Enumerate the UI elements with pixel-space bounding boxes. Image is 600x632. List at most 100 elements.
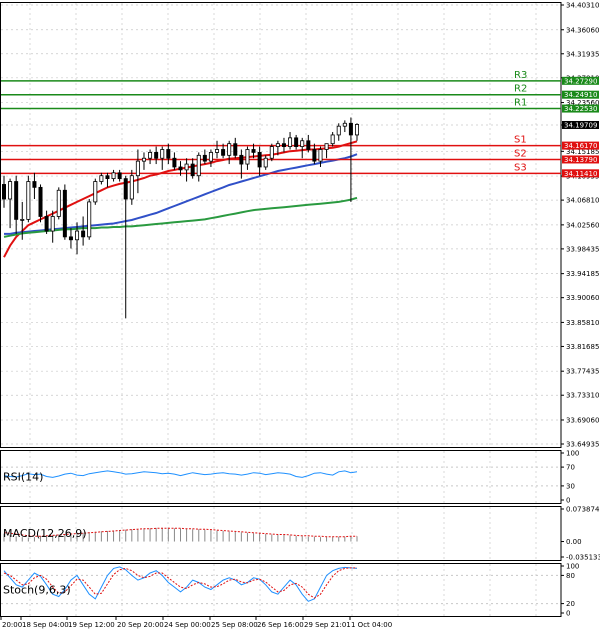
indicator-label: RSI(14) [3,471,43,484]
candle-bullish [269,146,274,159]
price-tick-label: 34.06810 [566,197,599,205]
level-labels: R3 34.27290 R2 34.24910 R1 34.22530 S1 34.16170… [514,70,599,178]
candle-bullish [300,140,305,147]
level-price-label: 34.16170 [564,142,597,150]
candle-bearish [166,149,171,159]
chart-canvas: 34.4031034.3606034.3193534.2781034.23560… [0,2,600,629]
candle-bearish [233,143,238,156]
candle-bullish [135,160,140,177]
rsi-panel: 100 70 30 0 RSI(14) [1,450,579,505]
candle-bullish [129,175,134,200]
candle-bearish [172,157,177,168]
level-price-label: 34.11410 [564,170,597,178]
candle-bearish [32,181,37,188]
candle-bullish [111,172,116,180]
candle-bullish [342,122,347,127]
level-price-label: 34.13790 [564,156,597,164]
price-axis-ticks: 34.4031034.3606034.3193534.2781034.23560… [561,2,599,449]
candle-bearish [190,163,195,177]
chart-window: 34.4031034.3606034.3193534.2781034.23560… [0,0,600,632]
price-tick-label: 34.31935 [566,50,599,58]
candle-bullish [288,137,293,147]
candle-bearish [312,149,317,162]
candle-bearish [221,149,226,156]
candle-bullish [141,157,146,162]
candle-bullish [93,181,98,203]
price-tick-label: 33.94185 [566,270,599,278]
candle-bullish [318,149,323,162]
panel-frame [0,563,562,617]
candle-bearish [294,137,299,147]
candle-bearish [348,122,353,136]
indicator-label: MACD(12,26,9) [3,527,87,540]
candle-bullish [354,124,359,136]
level-name-s1: S1 [514,135,527,146]
price-tick-label: 34.36060 [566,26,599,34]
candle-bullish [99,175,104,182]
time-tick-label: 19 Sep 12:00 [68,621,115,629]
sub-tick-label: 80 [566,572,575,580]
candle-bearish [251,149,256,153]
candle-bullish [245,149,250,165]
candle-bullish [227,143,232,156]
support-resistance-levels [1,80,561,175]
candle-bullish [50,216,55,232]
sub-tick-label: 0.073874 [566,506,600,514]
candle-bullish [275,143,280,147]
candle-bullish [336,125,341,136]
price-tick-label: 34.40310 [566,2,599,10]
price-tick-label: 33.77435 [566,368,599,376]
candle-bearish [154,152,159,159]
candle-bearish [306,140,311,150]
candle-bearish [62,189,67,238]
rsi-line [3,470,358,478]
time-tick-label: 26 Sep 16:00 [257,621,304,629]
sub-tick-label: 70 [566,464,575,472]
sub-tick-label: 30 [566,482,575,490]
price-tick-label: 33.69060 [566,416,599,424]
candle-bullish [208,152,213,162]
candle-bullish [324,143,329,150]
candle-bullish [75,230,80,241]
level-name-s3: S3 [514,162,527,173]
candle-bullish [263,157,268,168]
level-price-label: 34.22530 [564,105,597,113]
candle-bearish [2,184,7,200]
level-name-r2: R2 [514,84,527,95]
candle-bullish [8,181,13,200]
candle-bearish [178,166,183,171]
level-name-r3: R3 [514,70,527,81]
price-tick-label: 33.90060 [566,294,599,302]
price-tick-label: 34.02560 [566,221,599,229]
sub-tick-label: 0 [566,497,570,505]
sub-tick-label: 100 [566,563,579,571]
candle-bearish [68,236,73,241]
candle-bearish [123,178,128,200]
time-tick-label: 29 Sep 21:01 [304,621,351,629]
price-tick-label: 33.64935 [566,441,599,449]
candle-bullish [184,163,189,171]
candle-bearish [81,230,86,238]
candle-bullish [196,154,201,177]
candle-bearish [117,172,122,180]
candle-bearish [239,154,244,165]
time-tick-label: 1 Oct 04:00 [351,621,392,629]
time-tick-label: 25 Sep 08:00 [211,621,258,629]
candle-bearish [14,181,19,220]
candle-bearish [257,152,262,168]
candlesticks [2,117,359,319]
candle-bullish [330,134,335,145]
sub-tick-label: -0.035133 [566,554,600,562]
candle-bearish [38,186,43,217]
level-name-s2: S2 [514,148,527,159]
time-tick-label: 20 Sep 20:00 [117,621,164,629]
time-tick-label: 20:00 [2,621,22,629]
candle-bullish [20,218,25,221]
candle-bullish [215,149,220,153]
price-tick-label: 33.98435 [566,245,599,253]
time-tick-label: 18 Sep 04:00 [22,621,69,629]
candle-bearish [105,175,110,180]
candle-bullish [56,189,61,217]
stoch-panel: 10080 20 0 Stoch(9,6,3) [1,563,579,618]
candle-bullish [87,201,92,238]
